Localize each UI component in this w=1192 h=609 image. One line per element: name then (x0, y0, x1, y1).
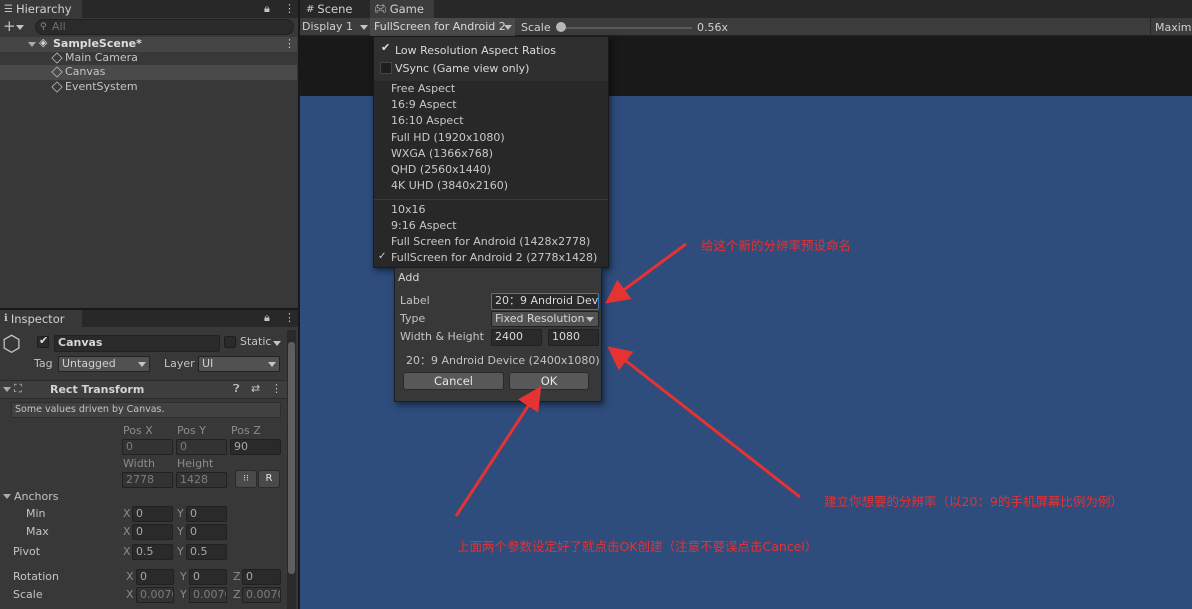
annotation-resolution-hint: 建立你想要的分辨率（以20：9的手机屏幕比例为例） (824, 494, 1123, 509)
arrow-to-wh-input (607, 346, 801, 499)
annotation-ok-hint: 上面两个参数设定好了就点击OK创建（注意不要误点击Cancel） (457, 539, 818, 554)
arrow-to-ok-button (454, 385, 542, 517)
annotation-name-hint: 给这个新的分辨率预设命名 (701, 238, 852, 253)
annotation-arrows (454, 242, 801, 517)
arrow-to-label-input (605, 242, 687, 304)
